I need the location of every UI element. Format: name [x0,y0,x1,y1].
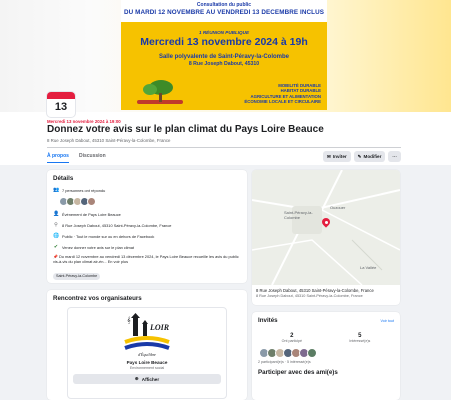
poster-venue-address: 8 Rue Joseph Dabout, 45310 [188,61,260,67]
poster-header: Consultation du public DU MARDI 12 NOVEM… [121,0,327,22]
show-label: Afficher [141,376,160,382]
globe-icon: 🌐 [53,233,60,239]
guests-card: Invités Voir tout 2 Ont participé 5 Inté… [252,312,400,400]
organizers-heading: Rencontrez vos organisateurs [53,295,142,302]
guest-avatars[interactable] [259,348,394,358]
description-text[interactable]: Du mardi 12 novembre au vendredi 13 déce… [53,254,239,264]
location-pin-icon: ⚲ [54,222,58,228]
edit-label: Modifier [363,154,382,159]
responder-avatars[interactable] [59,197,241,206]
more-button[interactable]: ··· [388,151,401,162]
intro-row: ✔ Venez donner votre avis sur le plan cl… [53,244,241,250]
poster-tags: MOBILITÉ DURABLE HABITAT DURABLE AGRICUL… [244,83,321,105]
organizer-type: Environnement social [129,366,165,370]
going-label: Ont participé [281,339,303,343]
avatar[interactable] [307,348,317,358]
event-actions: ✉ Inviter ✎ Modifier ··· [323,151,401,162]
show-button[interactable]: ⊕ Afficher [73,374,221,384]
map-pin-dot [324,220,328,224]
interested-count-block[interactable]: 5 Intéressé(e)s [349,333,370,343]
details-card: Détails 👥 7 personnes ont répondu 👤 Évén… [47,170,247,283]
organizer-row: 👤 Événement de Pays Loire Beauce [53,211,241,217]
tab-discussion[interactable]: Discussion [79,151,106,163]
svg-text:𝄞: 𝄞 [127,316,131,324]
organizer-profile[interactable]: 𝄞 LOIR d'Équilibre Pays Loire Beauce Env… [67,307,227,399]
interested-label: Intéressé(e)s [349,339,371,343]
follow-icon: ⊕ [134,376,139,381]
location-map[interactable]: Saint-Péravy-la-Colombe Ouzouer La Vallé… [252,170,400,285]
invite-label: Inviter [332,154,347,159]
map-card: Saint-Péravy-la-Colombe Ouzouer La Vallé… [252,170,400,305]
guest-summary: 2 participant(e)s · 5 intéressé(e)s [258,360,311,364]
invite-button[interactable]: ✉ Inviter [323,151,351,162]
map-label-vallee: La Vallée [360,265,377,270]
privacy-text: Public · Tout le monde sur ou en dehors … [62,233,155,239]
edit-button[interactable]: ✎ Modifier [353,151,386,162]
header-divider [47,147,401,148]
address-row: ⚲ 8 Rue Joseph Dabout, 45310 Saint-Pérav… [53,222,241,228]
poster-consultation: Consultation du public [196,2,252,8]
organizer-text[interactable]: Événement de Pays Loire Beauce [62,212,121,217]
map-subaddress: 8 Rue Joseph Dabout, 45310 Saint-Péravy-… [256,294,363,298]
privacy-row: 🌐 Public · Tout le monde sur ou en dehor… [53,233,241,239]
poster-meeting-type: 1 RÉUNION PUBLIQUE [198,30,250,35]
people-icon: 👥 [53,187,60,193]
location-chip[interactable]: Saint-Péravy-la-Colombe [53,272,101,280]
organizers-card: Rencontrez vos organisateurs 𝄞 LOIR d'Éq… [47,290,247,400]
details-heading: Détails [53,175,74,182]
poster-venue: Salle polyvalente de Saint-Péravy-la-Col… [158,54,290,60]
pencil-icon: ✎ [357,153,362,159]
check-icon: ✔ [53,244,59,250]
envelope-icon: ✉ [327,153,331,159]
event-tabs: À propos Discussion [47,151,106,163]
map-label-town: Saint-Péravy-la-Colombe [284,210,313,220]
date-day: 13 [54,101,68,113]
guest-counts: 2 Ont participé 5 Intéressé(e)s [258,333,394,343]
avatar[interactable] [87,197,96,206]
map-address: 8 Rue Joseph Dabout, 45310 Saint-Péravy-… [256,288,374,293]
person-icon: 👤 [53,211,60,217]
map-label-ouzouer: Ouzouer [330,205,346,210]
poster-meeting-date: Mercredi 13 novembre 2024 à 19h [140,36,308,48]
calendar-icon [47,92,75,99]
organizer-name[interactable]: Pays Loire Beauce [68,360,226,365]
poster-tag: ÉCONOMIE LOCALE ET CIRCULAIRE [244,99,321,105]
address-text[interactable]: 8 Rue Joseph Dabout, 45310 Saint-Péravy-… [62,223,171,228]
poster-body: 1 RÉUNION PUBLIQUE Mercredi 13 novembre … [121,22,327,67]
responded-row: 👥 7 personnes ont répondu [53,187,241,193]
event-title: Donnez votre avis sur le plan climat du … [47,124,324,135]
date-badge: 13 [47,92,75,117]
responded-text: 7 personnes ont répondu [62,187,106,193]
event-description: 📌 Du mardi 12 novembre au vendredi 13 dé… [53,254,241,264]
friends-heading: Participer avec des ami(e)s [258,369,338,376]
intro-text: Venez donner votre avis sur le plan clim… [62,244,135,250]
organizer-logo[interactable]: 𝄞 LOIR d'Équilibre [117,312,177,358]
going-count-block[interactable]: 2 Ont participé [282,333,302,343]
event-poster: Consultation du public DU MARDI 12 NOVEM… [121,0,327,110]
poster-period: DU MARDI 12 NOVEMBRE AU VENDREDI 13 DECE… [123,9,325,16]
tab-about[interactable]: À propos [47,151,69,163]
see-all-link[interactable]: Voir tout [380,319,394,323]
logo-text: LOIR [149,323,170,332]
guests-heading: Invités [258,317,278,324]
logo-subtext: d'Équilibre [138,352,156,357]
event-location: 8 Rue Joseph Dabout, 45310 Saint-Péravy-… [47,138,171,143]
tree-illustration [137,80,183,104]
